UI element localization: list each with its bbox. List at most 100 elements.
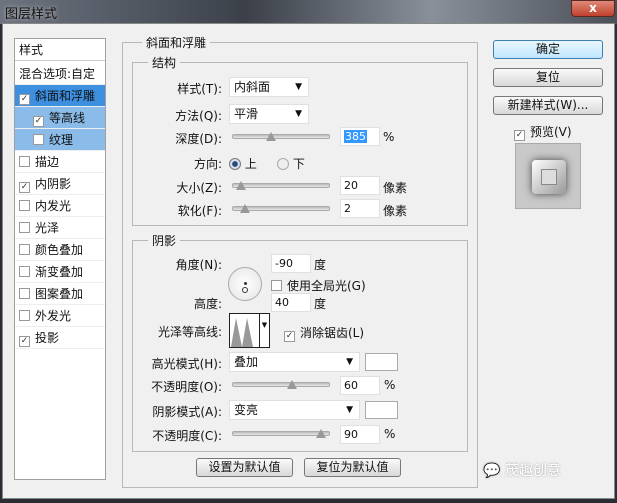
ok-button[interactable]: 确定	[493, 40, 603, 59]
checkbox-icon[interactable]	[33, 134, 44, 145]
angle-label: 角度(N):	[175, 258, 222, 272]
size-input[interactable]: 20	[340, 176, 380, 195]
soften-unit: 像素	[383, 204, 408, 218]
preview-checkbox[interactable]: ✓ 预览(V)	[514, 123, 572, 141]
antialias-label: 消除锯齿(L)	[300, 326, 365, 340]
size-slider[interactable]	[232, 181, 330, 190]
style-item[interactable]: 光泽	[15, 217, 105, 239]
style-item[interactable]: ✓ 投影	[15, 327, 105, 349]
style-item[interactable]: 颜色叠加	[15, 239, 105, 261]
shadow-opacity-input[interactable]: 90	[340, 425, 380, 444]
depth-input[interactable]: 385	[344, 130, 367, 143]
styles-list: 样式 混合选项:自定 ✓ 斜面和浮雕 ✓ 等高线 纹理 描边 ✓ 内阴影 内发光 光泽 颜色叠加 渐变…	[14, 38, 106, 480]
checkbox-icon[interactable]	[19, 244, 30, 255]
chevron-down-icon: ▼	[346, 357, 353, 367]
contour-preview-icon	[231, 318, 253, 347]
altitude-unit: 度	[314, 297, 327, 311]
style-item[interactable]: 图案叠加	[15, 283, 105, 305]
highlight-opacity-unit: %	[384, 378, 396, 392]
checkmark-icon[interactable]: ✓	[19, 94, 30, 105]
altitude-input[interactable]: 40	[271, 293, 311, 312]
direction-up-radio[interactable]: 上	[229, 155, 257, 172]
highlight-opacity-slider[interactable]	[232, 380, 330, 389]
style-item[interactable]: 渐变叠加	[15, 261, 105, 283]
slider-thumb[interactable]	[265, 132, 276, 141]
global-light-checkbox[interactable]: 使用全局光(G)	[271, 277, 366, 294]
checkmark-icon[interactable]: ✓	[19, 182, 30, 193]
style-label: 样式(T):	[177, 82, 222, 96]
checkbox-icon[interactable]	[19, 310, 30, 321]
preview-thumbnail	[532, 160, 566, 194]
altitude-label: 高度:	[193, 297, 222, 311]
style-item-label: 渐变叠加	[35, 265, 84, 279]
soften-slider[interactable]	[232, 204, 330, 213]
checkbox-icon[interactable]	[19, 222, 30, 233]
styles-header: 样式	[15, 39, 105, 61]
checkmark-icon[interactable]: ✓	[19, 336, 30, 347]
style-item[interactable]: 内发光	[15, 195, 105, 217]
style-preview	[515, 143, 581, 209]
direction-down-label: 下	[292, 157, 305, 171]
chevron-down-icon[interactable]: ▼	[259, 314, 269, 347]
style-item[interactable]: 描边	[15, 151, 105, 173]
bevel-title: 斜面和浮雕	[142, 34, 211, 51]
shadow-color-swatch[interactable]	[365, 401, 398, 419]
direction-up-label: 上	[244, 157, 257, 171]
slider-thumb[interactable]	[316, 429, 327, 438]
reset-button[interactable]: 复位	[493, 68, 603, 87]
shadow-opacity-slider[interactable]	[232, 429, 330, 438]
dial-handle[interactable]	[242, 287, 248, 293]
style-item-label: 等高线	[49, 111, 86, 125]
style-item-label: 图案叠加	[35, 287, 84, 301]
shadow-mode-value: 变亮	[234, 403, 259, 417]
slider-thumb[interactable]	[235, 181, 246, 190]
close-button[interactable]: x	[571, 0, 615, 17]
style-item[interactable]: ✓ 等高线	[15, 107, 105, 129]
antialias-checkbox[interactable]: ✓ 消除锯齿(L)	[284, 324, 364, 342]
style-item[interactable]: 外发光	[15, 305, 105, 327]
checkbox-icon[interactable]	[19, 266, 30, 277]
reset-default-button[interactable]: 复位为默认值	[304, 458, 401, 477]
preview-inner	[541, 169, 557, 185]
soften-input[interactable]: 2	[340, 199, 380, 218]
style-item-label: 外发光	[35, 309, 72, 323]
shadow-opacity-label: 不透明度(C):	[152, 429, 222, 443]
wechat-icon: 💬	[483, 463, 501, 479]
depth-unit: %	[383, 130, 395, 144]
style-item[interactable]: ✓ 内阴影	[15, 173, 105, 195]
style-dropdown[interactable]: 内斜面 ▼	[229, 77, 309, 97]
preview-label: 预览(V)	[530, 125, 572, 139]
angle-dial[interactable]	[228, 267, 262, 301]
highlight-mode-value: 叠加	[234, 355, 259, 369]
style-item-label: 光泽	[35, 221, 60, 235]
slider-thumb[interactable]	[286, 380, 297, 389]
style-item[interactable]: 纹理	[15, 129, 105, 151]
technique-value: 平滑	[234, 107, 259, 121]
slider-thumb[interactable]	[240, 204, 251, 213]
blend-options-item[interactable]: 混合选项:自定	[15, 63, 105, 85]
depth-slider[interactable]	[232, 132, 330, 141]
checkmark-icon: ✓	[514, 130, 525, 141]
make-default-button[interactable]: 设置为默认值	[196, 458, 293, 477]
checkmark-icon[interactable]: ✓	[33, 116, 44, 127]
shadow-mode-dropdown[interactable]: 变亮 ▼	[229, 400, 360, 420]
highlight-opacity-input[interactable]: 60	[340, 376, 380, 395]
angle-input[interactable]: -90	[271, 254, 311, 273]
checkbox-icon[interactable]	[19, 288, 30, 299]
technique-dropdown[interactable]: 平滑 ▼	[229, 104, 309, 124]
checkbox-icon[interactable]	[19, 200, 30, 211]
highlight-mode-label: 高光模式(H):	[151, 357, 222, 371]
title-bar[interactable]	[0, 0, 617, 24]
checkbox-icon[interactable]	[19, 156, 30, 167]
style-item[interactable]: ✓ 斜面和浮雕	[15, 85, 105, 107]
dial-center	[244, 282, 247, 285]
new-style-button[interactable]: 新建样式(W)...	[493, 96, 603, 115]
style-item-label: 颜色叠加	[35, 243, 84, 257]
highlight-mode-dropdown[interactable]: 叠加 ▼	[229, 352, 360, 372]
highlight-color-swatch[interactable]	[365, 353, 398, 371]
direction-down-radio[interactable]: 下	[277, 155, 305, 172]
radio-icon	[277, 158, 289, 170]
checkbox-icon	[271, 280, 282, 291]
gloss-contour-picker[interactable]: ▼	[229, 313, 270, 348]
size-label: 大小(Z):	[176, 181, 222, 195]
